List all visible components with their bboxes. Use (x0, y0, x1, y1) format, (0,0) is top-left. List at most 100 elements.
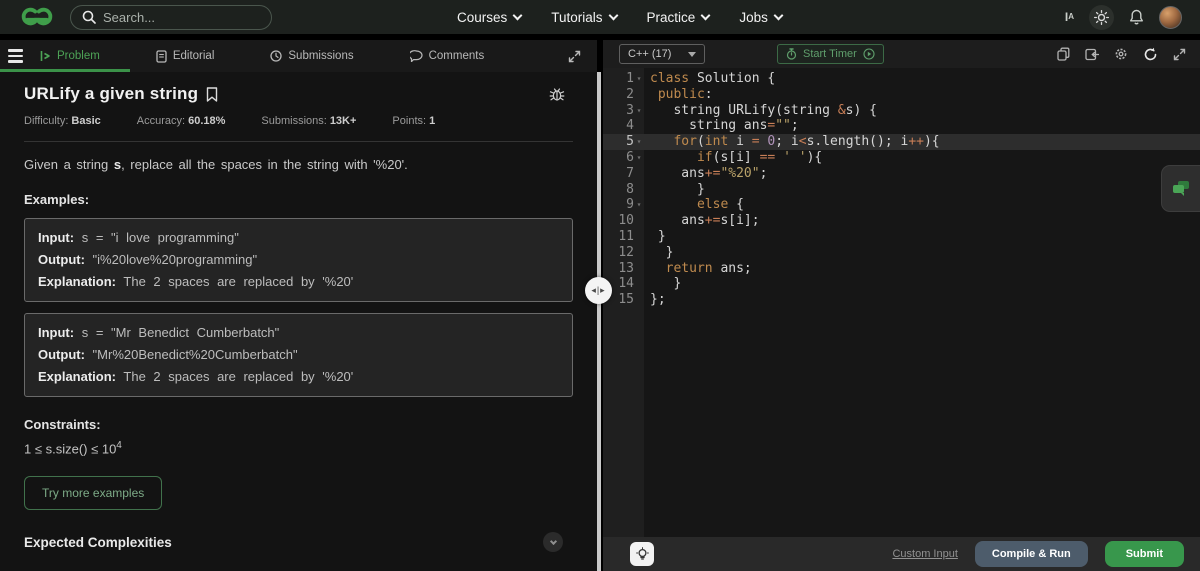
chat-feedback-widget[interactable] (1161, 165, 1200, 212)
tab-submissions[interactable]: Submissions (270, 50, 354, 62)
line-number[interactable]: 8 (603, 182, 644, 198)
examples-heading: Examples: (24, 192, 90, 207)
line-number[interactable]: 11 (603, 229, 644, 245)
expand-complexities-button[interactable] (543, 532, 563, 553)
chat-feedback-icon (1173, 181, 1189, 196)
editor-toolbar: C++ (17) Start Timer (603, 40, 1200, 68)
fold-caret-icon[interactable]: ▾ (634, 197, 644, 213)
panel-resizer[interactable] (597, 72, 601, 571)
code-editor[interactable]: 1 ▾ 2 3 ▾ 4 5 ▾ 6 ▾ 7 8 9 ▾ 10 11 12 13 14 15 class Solutio… (603, 68, 1200, 537)
language-select-value: C++ (17) (628, 48, 672, 60)
tab-problem[interactable]: Problem (40, 50, 100, 62)
bookmark-icon[interactable] (206, 86, 218, 102)
tab-comments[interactable]: Comments (409, 50, 484, 62)
code-line[interactable]: ans+="%20"; (644, 166, 1200, 182)
translate-icon[interactable]: IA (1065, 11, 1074, 23)
example-input: Input: s = "Mr Benedict Cumberbatch" (38, 325, 280, 340)
tab-problem-label: Problem (57, 50, 100, 62)
code-line[interactable]: } (644, 245, 1200, 261)
gfg-logo[interactable] (16, 4, 58, 30)
search-box[interactable] (70, 4, 272, 30)
search-input[interactable] (103, 9, 243, 25)
expected-complexities-heading: Expected Complexities (24, 534, 172, 550)
settings-gear-icon[interactable] (1114, 47, 1128, 61)
comments-bubble-icon (409, 50, 423, 62)
line-number[interactable]: 3 ▾ (603, 103, 644, 119)
problem-tabbar: Problem Editorial Submissions Comments (0, 40, 597, 72)
problem-icon (40, 51, 50, 61)
nav-jobs[interactable]: Jobs (739, 10, 784, 25)
example-output: Output: "Mr%20Benedict%20Cumberbatch" (38, 347, 298, 362)
example-output: Output: "i%20love%20programming" (38, 252, 258, 267)
example-box-2: Input: s = "Mr Benedict Cumberbatch" Out… (24, 313, 573, 397)
format-code-icon[interactable] (1085, 48, 1099, 61)
try-more-examples-button[interactable]: Try more examples (24, 476, 163, 511)
custom-input-link[interactable]: Custom Input (892, 548, 957, 560)
meta-difficulty: Difficulty: Basic (24, 115, 101, 127)
line-number[interactable]: 13 (603, 261, 644, 277)
code-line[interactable]: } (644, 182, 1200, 198)
nav-links: Courses Tutorials Practice Jobs (457, 9, 784, 25)
code-line[interactable]: } (644, 229, 1200, 245)
resize-arrows-icon: ◂|▸ (591, 285, 606, 295)
hint-lightbulb-button[interactable] (630, 542, 654, 566)
line-number[interactable]: 4 (603, 118, 644, 134)
report-bug-icon[interactable] (549, 86, 565, 102)
nav-tutorials[interactable]: Tutorials (551, 10, 618, 25)
tab-editorial-label: Editorial (172, 50, 215, 62)
reset-code-icon[interactable] (1143, 47, 1158, 62)
start-timer-label: Start Timer (803, 48, 857, 60)
code-line[interactable]: } (644, 276, 1200, 292)
compile-run-button[interactable]: Compile & Run (974, 541, 1088, 567)
chevron-down-icon (688, 51, 696, 57)
top-navbar: Courses Tutorials Practice Jobs IA (0, 0, 1200, 34)
nav-practice[interactable]: Practice (646, 9, 711, 25)
code-line[interactable]: }; (644, 292, 1200, 308)
nav-practice-label: Practice (646, 9, 696, 25)
meta-accuracy: Accuracy: 60.18% (136, 115, 226, 127)
chevron-down-icon (549, 537, 557, 545)
line-number[interactable]: 9 ▾ (603, 197, 644, 213)
gfg-logo-icon (21, 7, 53, 26)
notifications-bell-icon[interactable] (1129, 9, 1144, 25)
user-avatar[interactable] (1159, 5, 1182, 29)
start-timer-button[interactable]: Start Timer (777, 44, 884, 64)
fold-caret-icon[interactable]: ▾ (634, 134, 644, 150)
panel-fullscreen-icon[interactable] (568, 50, 581, 63)
line-number[interactable]: 10 (603, 213, 644, 229)
theme-toggle-icon[interactable] (1089, 4, 1114, 30)
code-line[interactable]: else { (644, 197, 1200, 213)
fold-caret-icon[interactable]: ▾ (634, 103, 644, 119)
fold-caret-icon[interactable]: ▾ (634, 150, 644, 166)
code-line[interactable]: string URLify(string &s) { (644, 103, 1200, 119)
example-explanation: Explanation: The 2 spaces are replaced b… (38, 369, 354, 384)
language-select[interactable]: C++ (17) (619, 44, 705, 64)
hamburger-menu-icon[interactable] (0, 40, 30, 72)
code-line[interactable]: public: (644, 87, 1200, 103)
submit-button[interactable]: Submit (1104, 541, 1184, 567)
code-line[interactable]: return ans; (644, 261, 1200, 277)
tab-editorial[interactable]: Editorial (156, 49, 215, 63)
navbar-actions: IA (1065, 4, 1182, 30)
code-line[interactable]: if(s[i] == ' '){ (644, 150, 1200, 166)
code-line[interactable]: class Solution { (644, 71, 1200, 87)
code-line[interactable]: ans+=s[i]; (644, 213, 1200, 229)
code-line[interactable]: string ans=""; (644, 118, 1200, 134)
line-number[interactable]: 1 ▾ (603, 71, 644, 87)
play-icon (863, 48, 875, 60)
line-number[interactable]: 2 (603, 87, 644, 103)
lightbulb-icon (635, 546, 649, 560)
nav-courses[interactable]: Courses (457, 10, 523, 25)
line-number[interactable]: 7 (603, 166, 644, 182)
editor-toolbar-icons (1057, 47, 1186, 62)
stopwatch-icon (786, 48, 797, 60)
fold-caret-icon[interactable]: ▾ (634, 71, 644, 87)
editor-fullscreen-icon[interactable] (1173, 48, 1186, 61)
panel-resizer-handle[interactable]: ◂|▸ (585, 277, 612, 304)
line-number[interactable]: 6 ▾ (603, 150, 644, 166)
line-number[interactable]: 12 (603, 245, 644, 261)
code-line[interactable]: for(int i = 0; i<s.length(); i++){ (644, 134, 1200, 150)
line-number[interactable]: 5 ▾ (603, 134, 644, 150)
problem-panel: Problem Editorial Submissions Comments U… (0, 40, 597, 571)
copy-icon[interactable] (1057, 47, 1070, 61)
